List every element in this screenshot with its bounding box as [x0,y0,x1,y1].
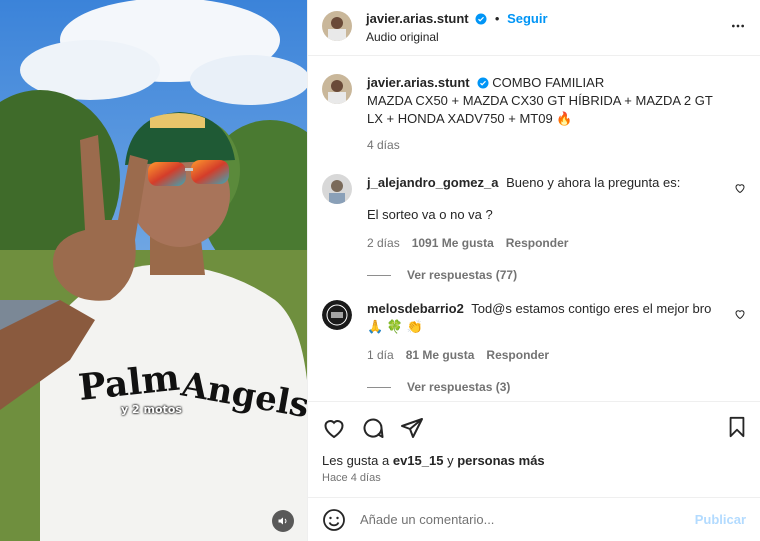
caption-text: MAZDA CX50 + MAZDA CX30 GT HÍBRIDA + MAZ… [367,93,713,126]
comment-likes[interactable]: 1091 Me gusta [412,234,494,252]
comments-list[interactable]: javier.arias.stunt COMBO FAMILIAR MAZDA … [308,57,760,401]
action-bar [308,401,760,451]
verified-icon [477,77,489,89]
emoji-icon[interactable] [322,508,346,532]
commenter-username[interactable]: melosdebarrio2 [367,301,464,316]
likes-middle: y [447,453,454,468]
author-username[interactable]: javier.arias.stunt [366,11,469,26]
view-replies-button[interactable]: Ver respuestas (3) [367,380,746,394]
view-replies-label: Ver respuestas (3) [407,380,511,394]
view-replies-button[interactable]: Ver respuestas (77) [367,268,746,282]
comment-item: j_alejandro_gomez_a Bueno y ahora la pre… [322,174,746,252]
reply-button[interactable]: Responder [506,234,569,252]
liker-username[interactable]: ev15_15 [393,453,444,468]
heart-icon[interactable] [322,416,346,440]
caption-lead: COMBO FAMILIAR [492,75,605,90]
likes-summary[interactable]: Les gusta a ev15_15 y personas más [322,453,545,468]
sound-icon [278,517,287,525]
post-modal: Palm Angels y 2 motos javier.arias.stunt… [0,0,760,541]
verified-icon [475,13,487,25]
post-header: javier.arias.stunt • Seguir Audio origin… [308,0,760,56]
separator-dot: • [494,11,500,26]
commenter-avatar[interactable] [322,174,352,204]
view-replies-label: Ver respuestas (77) [407,268,518,282]
likes-others-link[interactable]: personas más [457,453,544,468]
comment-input[interactable] [360,512,695,527]
post-caption: javier.arias.stunt COMBO FAMILIAR MAZDA … [322,74,746,154]
comment-time: 1 día [367,348,394,362]
likes-prefix: Les gusta a [322,453,390,468]
caption-username[interactable]: javier.arias.stunt [367,75,470,90]
comment-text-line2: El sorteo va o no va ? [367,207,493,222]
publish-button[interactable]: Publicar [695,512,746,527]
comment-item: melosdebarrio2 Tod@s estamos contigo ere… [322,300,746,364]
reply-button[interactable]: Responder [486,346,549,364]
sound-toggle-button[interactable] [272,510,294,532]
commenter-username[interactable]: j_alejandro_gomez_a [367,175,499,190]
more-options-icon[interactable] [730,18,746,34]
comment-likes[interactable]: 81 Me gusta [406,346,475,364]
post-timestamp: Hace 4 días [322,472,381,484]
post-panel: javier.arias.stunt • Seguir Audio origin… [307,0,760,541]
follow-button[interactable]: Seguir [507,11,547,26]
add-comment-bar: Publicar [308,497,760,541]
comment-like-icon[interactable] [734,182,746,194]
comment-text: Bueno y ahora la pregunta es: [506,175,681,190]
commenter-avatar[interactable] [322,300,352,330]
audio-label[interactable]: Audio original [366,29,548,45]
reel-video[interactable]: Palm Angels y 2 motos [0,0,307,541]
caption-time: 4 días [367,138,400,152]
comment-icon[interactable] [361,416,385,440]
comment-like-icon[interactable] [734,308,746,320]
author-avatar[interactable] [322,74,352,104]
bookmark-icon[interactable] [726,416,748,438]
comment-time: 2 días [367,236,400,250]
video-frame-image: Palm Angels [0,0,307,541]
author-avatar[interactable] [322,11,352,41]
share-icon[interactable] [400,416,424,440]
video-caption-sticker: y 2 motos [121,403,182,416]
